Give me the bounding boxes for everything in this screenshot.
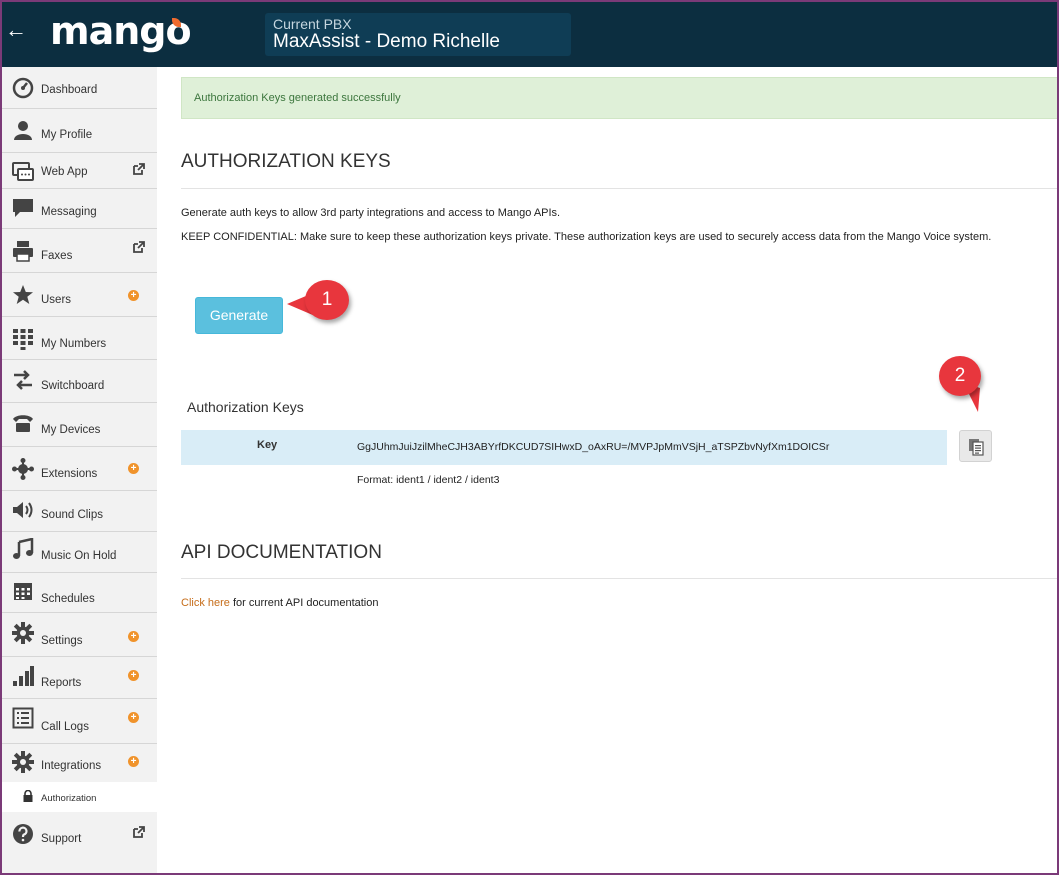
sidebar-item-label: My Profile	[41, 129, 93, 141]
sidebar-item-label: Extensions	[41, 468, 98, 480]
sidebar-item-label: Faxes	[41, 250, 73, 262]
confidential-notice: KEEP CONFIDENTIAL: Make sure to keep the…	[181, 231, 992, 243]
callout-badge-2: 2	[939, 356, 981, 396]
sidebar-item-switchboard[interactable]: Switchboard	[2, 360, 157, 403]
sidebar-item-settings[interactable]: Settings +	[2, 613, 157, 657]
bar-chart-icon	[13, 666, 34, 686]
expand-plus-icon[interactable]: +	[128, 290, 139, 301]
calendar-icon	[14, 583, 32, 600]
sidebar: Dashboard My Profile Web App Messaging F…	[2, 67, 157, 873]
sidebar-item-label: Messaging	[41, 206, 97, 218]
fax-icon	[13, 241, 33, 262]
expand-plus-icon[interactable]: +	[128, 670, 139, 681]
sidebar-item-label: Music On Hold	[41, 550, 117, 562]
expand-plus-icon[interactable]: +	[128, 463, 139, 474]
external-link-icon	[133, 826, 145, 838]
success-alert: Authorization Keys generated successfull…	[181, 77, 1057, 119]
auth-description: Generate auth keys to allow 3rd party in…	[181, 207, 561, 219]
key-row: Key GgJUhmJuiJzilMheCJH3ABYrfDKCUD7SIHwx…	[181, 430, 947, 465]
copy-button[interactable]	[959, 430, 992, 462]
chat-icon	[13, 199, 33, 217]
lock-icon	[23, 790, 33, 802]
sidebar-item-label: Switchboard	[41, 380, 105, 392]
divider	[181, 188, 1057, 189]
sidebar-item-label: Reports	[41, 677, 82, 689]
sidebar-subitem-label: Authorization	[41, 793, 97, 804]
pbx-selector[interactable]: Current PBX MaxAssist - Demo Richelle	[265, 13, 571, 56]
sidebar-item-reports[interactable]: Reports +	[2, 657, 157, 699]
sidebar-item-label: Dashboard	[41, 84, 98, 96]
sidebar-item-label: Call Logs	[41, 721, 89, 733]
sidebar-item-web-app[interactable]: Web App	[2, 153, 157, 189]
expand-plus-icon[interactable]: +	[128, 631, 139, 642]
api-docs-title: API DOCUMENTATION	[181, 542, 382, 563]
gear-icon	[12, 751, 34, 773]
star-icon	[13, 285, 33, 304]
callout-badge-1: 1	[305, 280, 349, 320]
sidebar-item-label: My Devices	[41, 424, 101, 436]
sidebar-item-integrations[interactable]: Integrations +	[2, 744, 157, 782]
sidebar-item-users[interactable]: Users +	[2, 273, 157, 317]
arrow-left-icon[interactable]: ←	[5, 18, 27, 42]
web-app-icon	[12, 162, 34, 181]
sidebar-item-extensions[interactable]: Extensions +	[2, 447, 157, 491]
sidebar-item-messaging[interactable]: Messaging	[2, 189, 157, 229]
music-note-icon	[13, 538, 34, 559]
sidebar-item-support[interactable]: Support	[2, 812, 157, 855]
copy-icon	[969, 439, 984, 456]
sidebar-item-label: Integrations	[41, 760, 102, 772]
keys-heading: Authorization Keys	[187, 399, 304, 415]
alert-text: Authorization Keys generated successfull…	[194, 92, 401, 104]
api-docs-link[interactable]: Click here	[181, 597, 230, 609]
sidebar-item-label: Web App	[41, 166, 88, 178]
format-hint: Format: ident1 / ident2 / ident3	[357, 474, 500, 486]
sidebar-item-my-profile[interactable]: My Profile	[2, 109, 157, 153]
dialpad-icon	[13, 329, 33, 350]
help-icon	[13, 824, 33, 844]
sidebar-subitem-authorization[interactable]: Authorization	[2, 782, 157, 812]
extensions-icon	[12, 458, 34, 480]
sidebar-item-my-devices[interactable]: My Devices	[2, 403, 157, 447]
dashboard-icon	[12, 77, 34, 99]
pbx-name: MaxAssist - Demo Richelle	[273, 31, 500, 52]
sidebar-item-label: Settings	[41, 635, 83, 647]
user-icon	[14, 121, 32, 140]
sidebar-item-label: My Numbers	[41, 338, 107, 350]
expand-plus-icon[interactable]: +	[128, 712, 139, 723]
external-link-icon	[133, 241, 145, 253]
expand-plus-icon[interactable]: +	[128, 756, 139, 767]
logo[interactable]: mango	[50, 8, 192, 54]
sidebar-item-label: Support	[41, 833, 82, 845]
external-link-icon	[133, 163, 145, 175]
pbx-caption: Current PBX	[273, 16, 352, 32]
auth-keys-title: AUTHORIZATION KEYS	[181, 151, 391, 172]
generate-button[interactable]: Generate	[195, 297, 283, 334]
gear-icon	[12, 622, 34, 644]
sidebar-item-label: Users	[41, 294, 72, 306]
sidebar-item-my-numbers[interactable]: My Numbers	[2, 317, 157, 360]
sidebar-item-schedules[interactable]: Schedules	[2, 573, 157, 613]
sidebar-item-label: Sound Clips	[41, 509, 104, 521]
sidebar-item-call-logs[interactable]: Call Logs +	[2, 699, 157, 744]
sidebar-item-dashboard[interactable]: Dashboard	[2, 67, 157, 109]
api-docs-text: for current API documentation	[229, 597, 379, 609]
list-icon	[12, 707, 34, 729]
phone-icon	[13, 415, 33, 432]
sidebar-item-music-on-hold[interactable]: Music On Hold	[2, 532, 157, 573]
top-bar: ← mango Current PBX MaxAssist - Demo Ric…	[0, 0, 1059, 67]
speaker-icon	[13, 502, 33, 518]
switch-arrows-icon	[14, 370, 32, 390]
sidebar-item-label: Schedules	[41, 593, 95, 605]
key-label: Key	[257, 439, 278, 451]
api-docs-line: Click here for current API documentation	[181, 597, 379, 609]
sidebar-item-sound-clips[interactable]: Sound Clips	[2, 491, 157, 532]
sidebar-item-faxes[interactable]: Faxes	[2, 229, 157, 273]
divider	[181, 578, 1057, 579]
key-value-field[interactable]: GgJUhmJuiJzilMheCJH3ABYrfDKCUD7SIHwxD_oA…	[356, 430, 859, 465]
